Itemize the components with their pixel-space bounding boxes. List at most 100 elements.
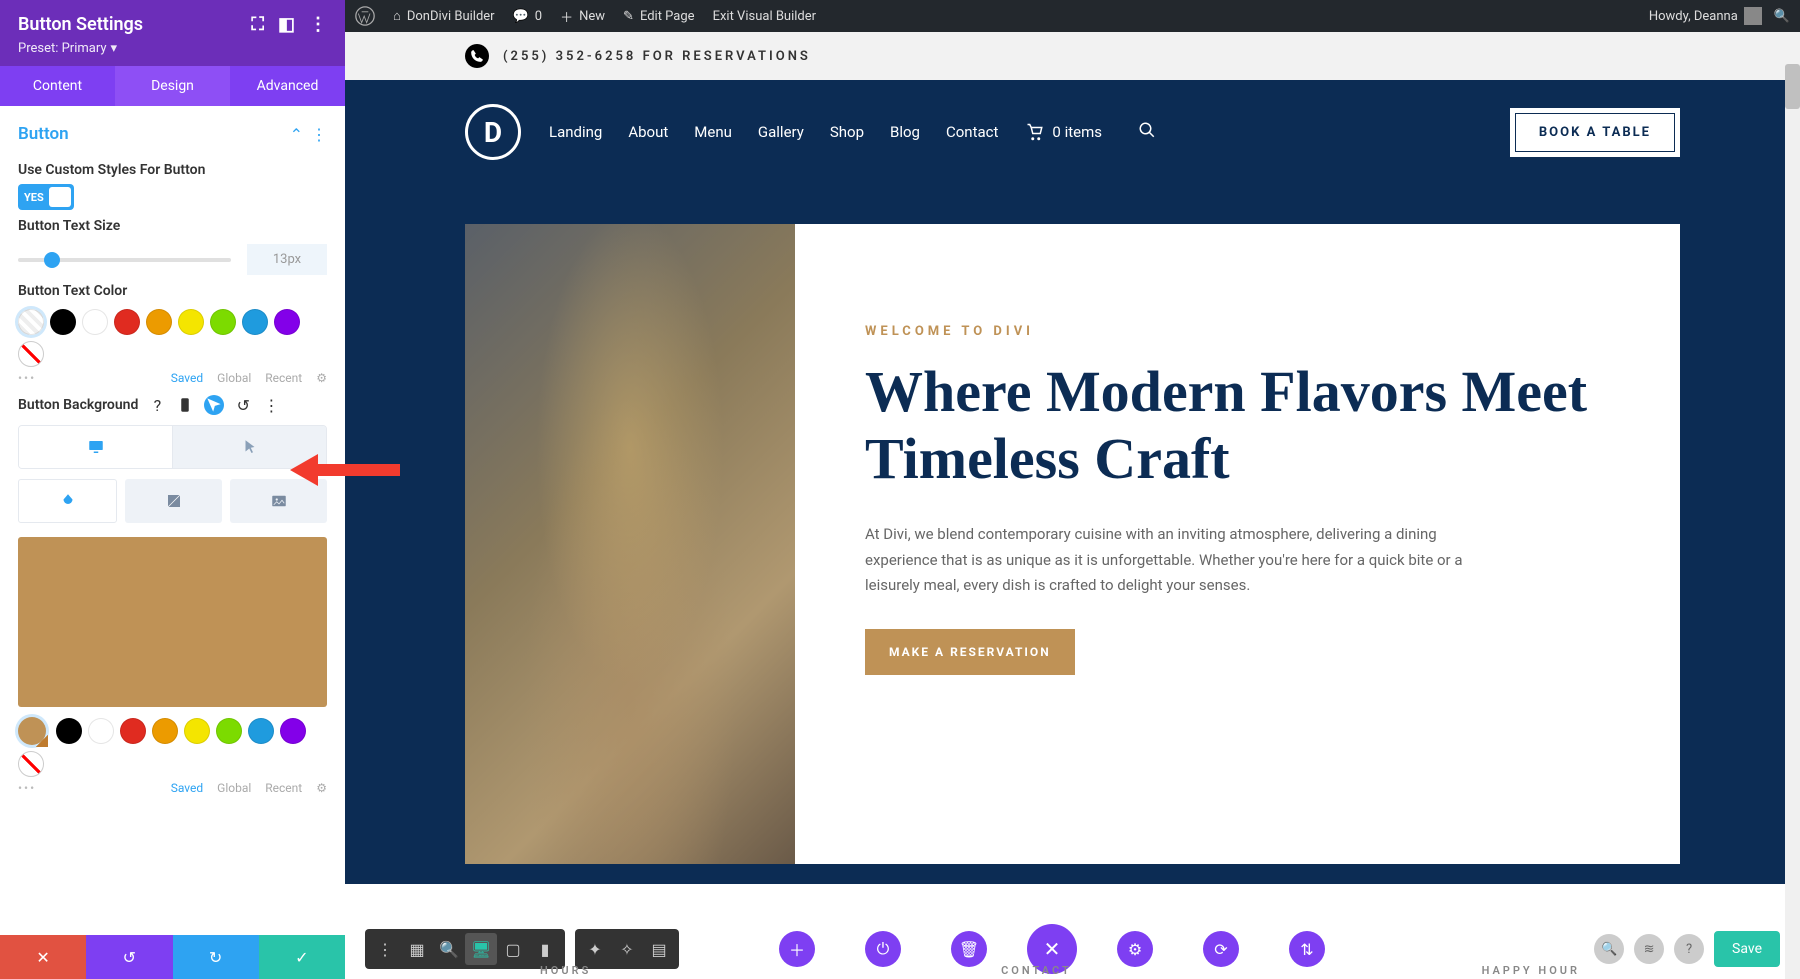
swatch-orange[interactable]: [146, 309, 172, 335]
comments-link[interactable]: 💬0: [513, 9, 543, 24]
swatch-red[interactable]: [114, 309, 140, 335]
bg-palette-gear-icon[interactable]: ⚙: [316, 781, 327, 795]
state-desktop-tab[interactable]: [19, 426, 173, 468]
site-logo[interactable]: D: [465, 104, 521, 160]
palette-recent[interactable]: Recent: [265, 371, 302, 385]
palette-gear-icon[interactable]: ⚙: [316, 371, 327, 385]
palette-saved[interactable]: Saved: [171, 371, 203, 385]
cancel-button[interactable]: ✕: [0, 935, 86, 979]
preset-selector[interactable]: Preset: Primary▾: [18, 41, 327, 56]
power-button[interactable]: ⏻: [865, 931, 901, 967]
menu-icon[interactable]: ⋮: [369, 933, 401, 965]
scrollbar[interactable]: [1785, 64, 1800, 979]
help-icon[interactable]: ?: [148, 396, 166, 414]
palette-global[interactable]: Global: [217, 371, 251, 385]
bg-swatch-red[interactable]: [120, 718, 146, 744]
redo-button[interactable]: ↻: [173, 935, 259, 979]
bg-palette-more-icon[interactable]: •••: [18, 781, 36, 795]
nav-menu[interactable]: Menu: [694, 123, 732, 141]
wireframe-icon[interactable]: ▦: [401, 933, 433, 965]
responsive-phone-icon[interactable]: [176, 396, 194, 414]
nav-blog[interactable]: Blog: [890, 123, 920, 141]
bg-swatches: [18, 717, 327, 777]
exit-vb-link[interactable]: Exit Visual Builder: [713, 9, 816, 24]
apply-button[interactable]: ✓: [259, 935, 345, 979]
bg-type-color[interactable]: [18, 479, 117, 523]
desktop-view-icon[interactable]: 🖥: [465, 933, 497, 965]
book-table-button[interactable]: BOOK A TABLE: [1510, 108, 1680, 157]
trash-button[interactable]: 🗑: [951, 931, 987, 967]
nav-gallery[interactable]: Gallery: [758, 123, 804, 141]
reset-icon[interactable]: ↺: [234, 396, 252, 414]
swatch-white[interactable]: [82, 309, 108, 335]
bg-swatch-purple[interactable]: [280, 718, 306, 744]
help-circle-icon[interactable]: ?: [1674, 934, 1704, 964]
history-button[interactable]: ⟳: [1203, 931, 1239, 967]
expand-icon[interactable]: ⛶: [251, 14, 264, 35]
bg-swatch-green[interactable]: [216, 718, 242, 744]
text-size-slider[interactable]: [18, 258, 231, 262]
zoom-icon[interactable]: 🔍: [433, 933, 465, 965]
new-link[interactable]: ＋New: [560, 7, 605, 26]
hover-mode-icon[interactable]: ✦: [579, 933, 611, 965]
dock-icon[interactable]: ◧: [278, 14, 295, 35]
swatch-black[interactable]: [50, 309, 76, 335]
scrollbar-thumb[interactable]: [1785, 64, 1800, 109]
bg-swatch-yellow[interactable]: [184, 718, 210, 744]
howdy-link[interactable]: Howdy, Deanna: [1649, 7, 1762, 25]
bg-swatch-orange[interactable]: [152, 718, 178, 744]
find-icon[interactable]: 🔍: [1594, 934, 1624, 964]
phone-view-icon[interactable]: ▮: [529, 933, 561, 965]
grid-mode-icon[interactable]: ▤: [643, 933, 675, 965]
more-icon[interactable]: ⋮: [309, 14, 327, 35]
bg-palette-global[interactable]: Global: [217, 781, 251, 795]
admin-search-icon[interactable]: 🔍: [1774, 9, 1790, 24]
edit-page-link[interactable]: ✎Edit Page: [623, 9, 695, 24]
tab-design[interactable]: Design: [115, 66, 230, 106]
tab-content[interactable]: Content: [0, 66, 115, 106]
nav-shop[interactable]: Shop: [830, 123, 864, 141]
bg-swatch-white[interactable]: [88, 718, 114, 744]
nav-contact[interactable]: Contact: [946, 123, 998, 141]
swatch-blue[interactable]: [242, 309, 268, 335]
cart-link[interactable]: 0 items: [1026, 123, 1102, 141]
tablet-view-icon[interactable]: ▢: [497, 933, 529, 965]
swatch-purple[interactable]: [274, 309, 300, 335]
section-button[interactable]: Button: [18, 124, 69, 144]
bg-swatch-transparent[interactable]: [18, 751, 44, 777]
palette-more-icon[interactable]: •••: [18, 371, 36, 385]
preview-area: (255) 352-6258 FOR RESERVATIONS D Landin…: [345, 32, 1800, 979]
bg-palette-recent[interactable]: Recent: [265, 781, 302, 795]
nav-about[interactable]: About: [628, 123, 668, 141]
use-custom-toggle[interactable]: YES: [18, 184, 74, 210]
swatch-transparent[interactable]: [18, 341, 44, 367]
undo-button[interactable]: ↺: [86, 935, 172, 979]
bg-color-preview[interactable]: [18, 537, 327, 707]
site-name[interactable]: ⌂DonDivi Builder: [393, 8, 495, 24]
bg-more-icon[interactable]: ⋮: [262, 396, 280, 414]
save-button[interactable]: Save: [1714, 931, 1780, 967]
search-icon[interactable]: [1138, 121, 1156, 143]
picker-swatch[interactable]: [18, 717, 46, 745]
swatch-green[interactable]: [210, 309, 236, 335]
bg-type-gradient[interactable]: [125, 479, 222, 523]
section-more-icon[interactable]: ⋮: [311, 125, 327, 144]
collapse-icon[interactable]: ⌃: [290, 125, 303, 144]
bg-swatch-black[interactable]: [56, 718, 82, 744]
swatch-yellow[interactable]: [178, 309, 204, 335]
bg-swatch-blue[interactable]: [248, 718, 274, 744]
hover-target-icon[interactable]: [204, 395, 224, 415]
tab-advanced[interactable]: Advanced: [230, 66, 345, 106]
portability-button[interactable]: ⇅: [1289, 931, 1325, 967]
add-button[interactable]: ＋: [779, 931, 815, 967]
settings-button[interactable]: ⚙: [1117, 931, 1153, 967]
wordpress-icon[interactable]: [355, 6, 375, 26]
layers-icon[interactable]: ≋: [1634, 934, 1664, 964]
nav-landing[interactable]: Landing: [549, 123, 602, 141]
slider-thumb[interactable]: [44, 252, 60, 268]
text-size-input[interactable]: [247, 244, 327, 275]
swatch-none[interactable]: [18, 309, 44, 335]
bg-palette-saved[interactable]: Saved: [171, 781, 203, 795]
reservation-button[interactable]: MAKE A RESERVATION: [865, 629, 1075, 675]
click-mode-icon[interactable]: ✧: [611, 933, 643, 965]
